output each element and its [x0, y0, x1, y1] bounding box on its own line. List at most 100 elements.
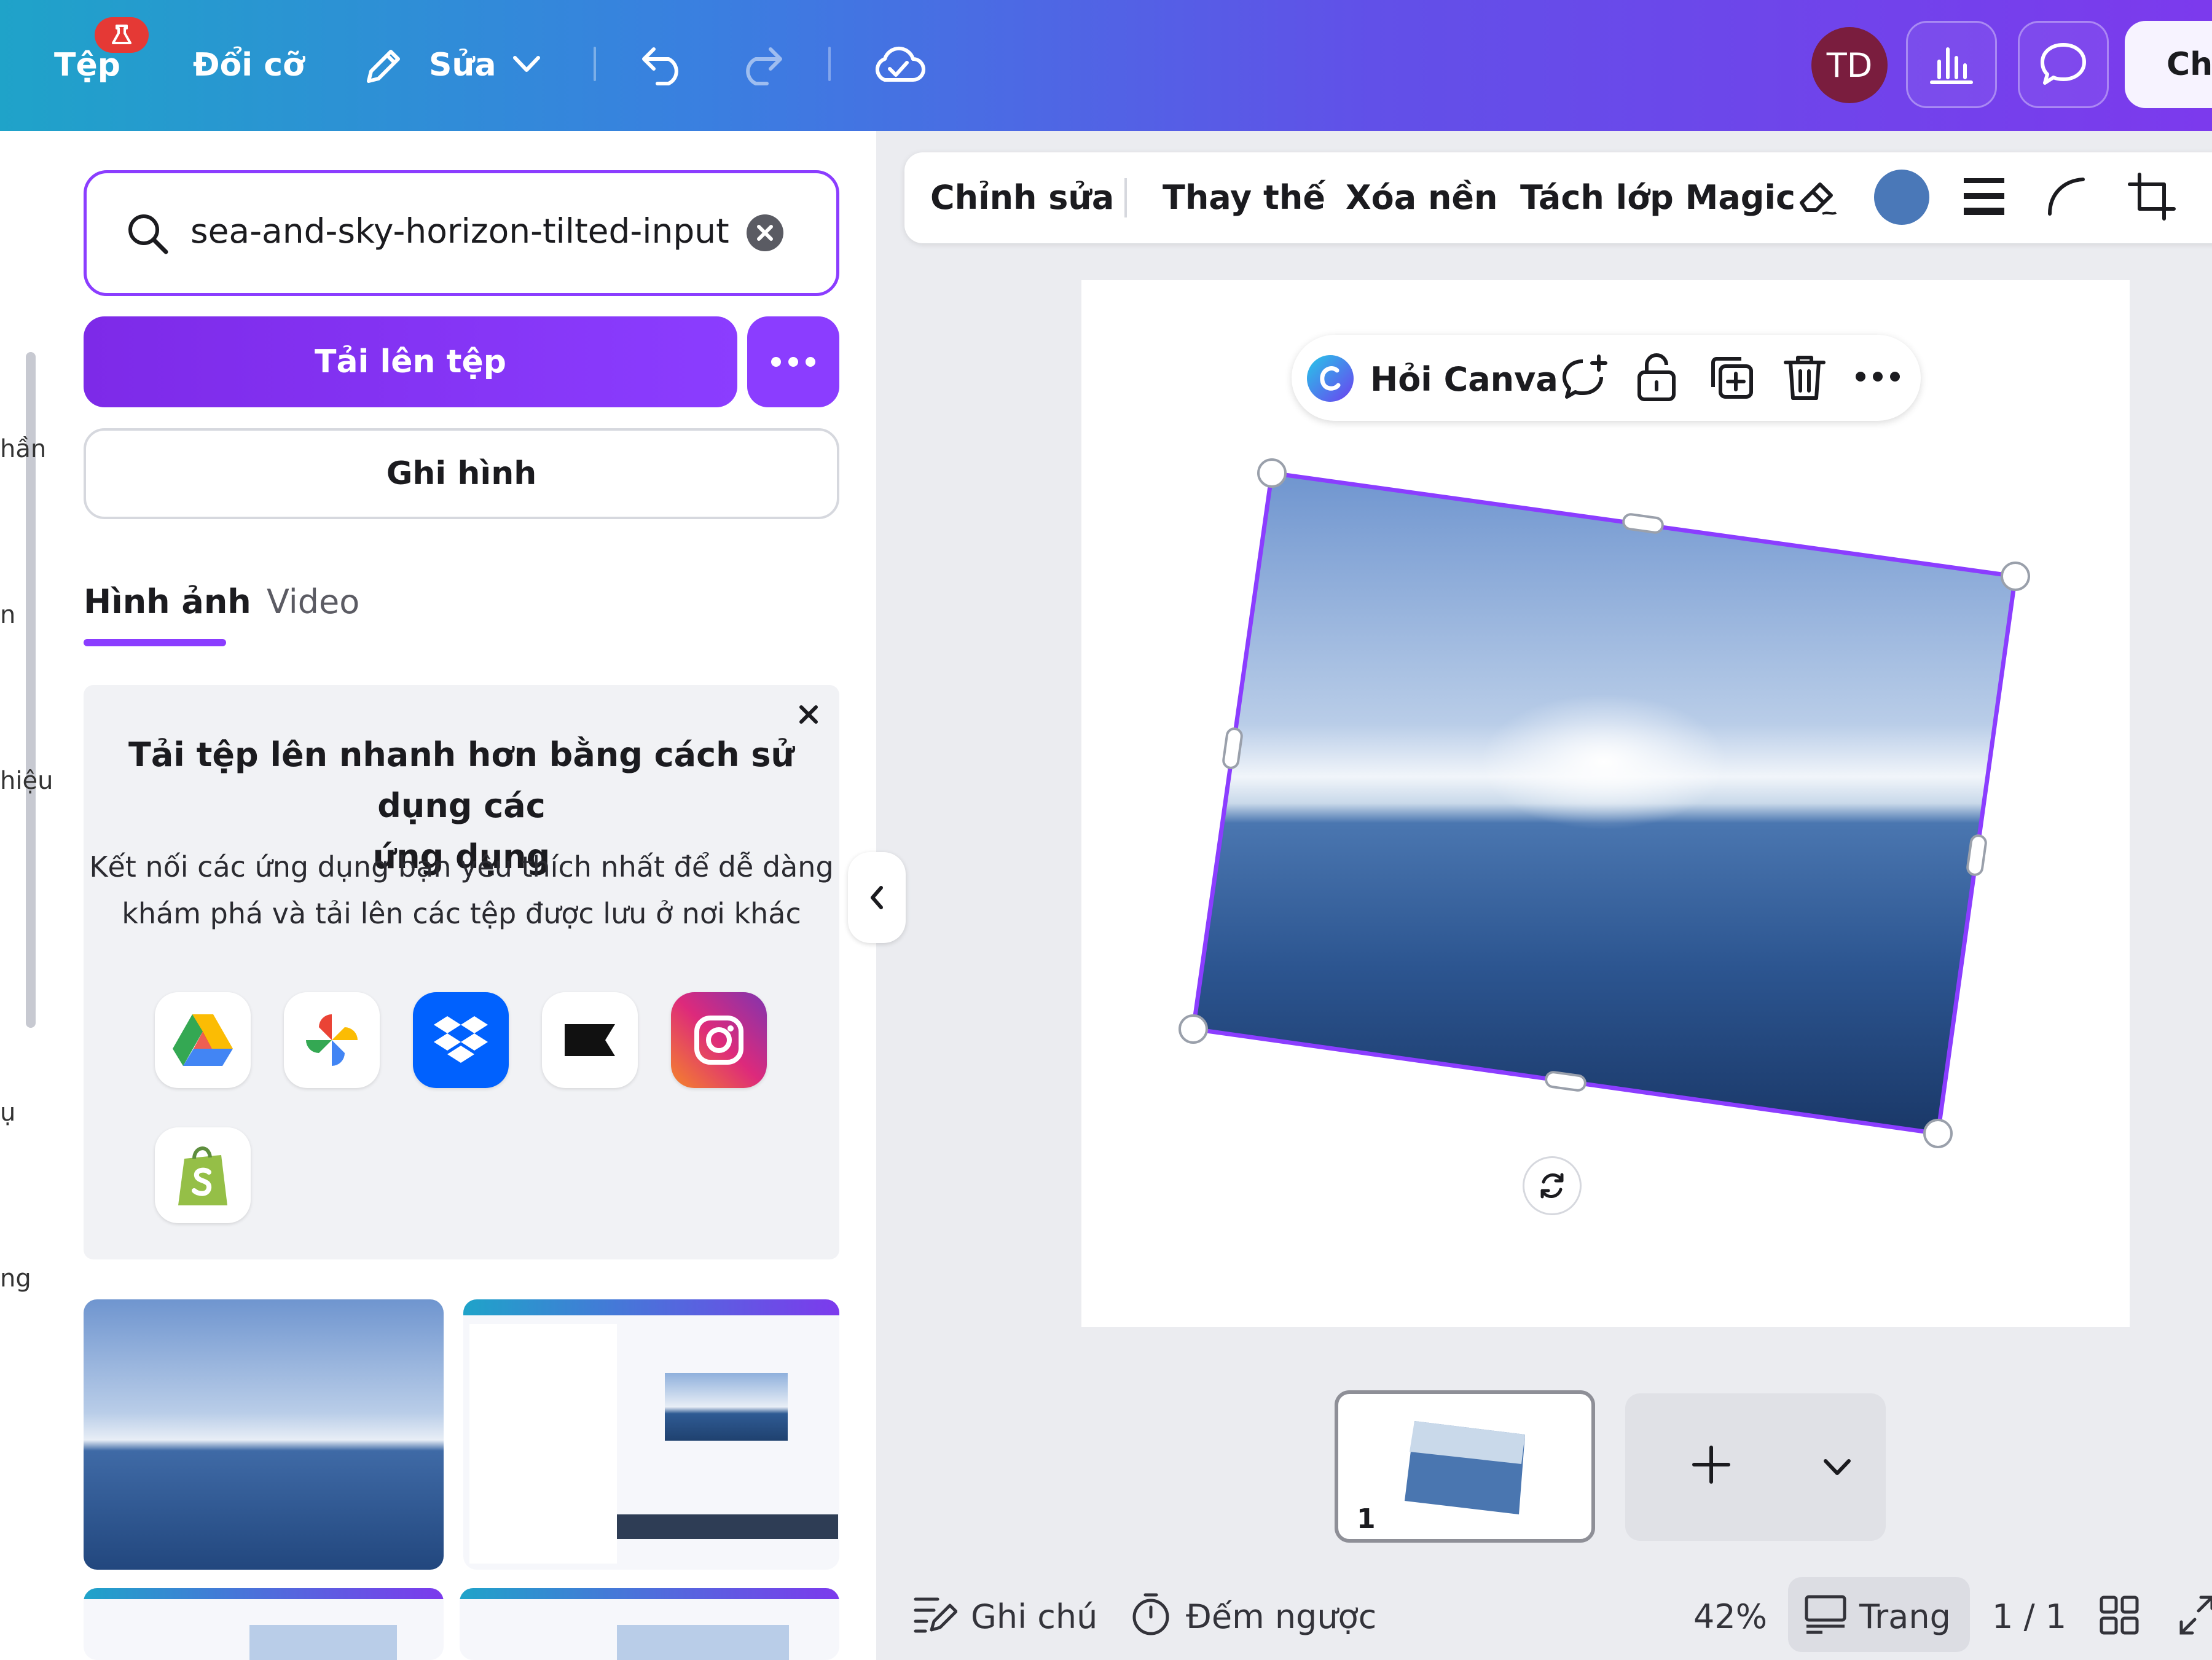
canva-assistant-icon[interactable] — [1305, 353, 1355, 406]
grid-view-icon[interactable] — [2099, 1595, 2139, 1638]
divider — [594, 47, 596, 81]
redo-icon[interactable] — [736, 43, 785, 86]
avatar[interactable]: TD — [1811, 27, 1888, 103]
chevron-down-icon — [1824, 1459, 1851, 1475]
promo-description-line: khám phá và tải lên các tệp được lưu ở n… — [122, 897, 801, 930]
pencil-icon — [361, 44, 406, 88]
top-bar: Tệp Đổi cỡ Sửa TD Chi — [0, 0, 2212, 131]
duplicate-icon[interactable] — [1707, 353, 1756, 404]
thumbnail-image — [665, 1373, 788, 1441]
rail-label[interactable]: n — [0, 601, 15, 629]
pages-layout-icon — [1805, 1595, 1846, 1634]
divider — [1124, 178, 1127, 217]
uploaded-screenshot-thumbnail[interactable] — [460, 1588, 839, 1660]
instagram-icon[interactable] — [671, 992, 767, 1088]
replace-button[interactable]: Thay thế — [1163, 178, 1325, 217]
timer-button[interactable]: Đếm ngược — [1186, 1597, 1376, 1636]
resize-menu[interactable]: Đổi cỡ — [193, 49, 305, 81]
resize-handle[interactable] — [1179, 1014, 1208, 1044]
rail-label[interactable]: hần — [0, 435, 46, 463]
more-options-icon[interactable] — [1854, 370, 1901, 385]
share-button[interactable]: Chi — [2125, 21, 2212, 108]
collapse-panel-button[interactable] — [848, 852, 906, 943]
search-icon — [123, 209, 172, 260]
box-icon[interactable] — [542, 992, 638, 1088]
clear-search-icon[interactable] — [746, 214, 784, 254]
timer-icon[interactable] — [1131, 1591, 1171, 1639]
shopify-icon[interactable] — [155, 1127, 251, 1223]
color-swatch[interactable] — [1874, 170, 1929, 225]
side-rail: hần n hiệu ụ ng — [0, 131, 61, 1660]
corner-rounding-icon[interactable] — [2045, 174, 2088, 220]
chevron-down-icon[interactable] — [510, 52, 543, 76]
thumbnail-topbar — [463, 1299, 839, 1315]
thumbnail-image — [249, 1625, 397, 1660]
delete-icon[interactable] — [1782, 353, 1827, 404]
page-thumbnail[interactable]: 1 — [1335, 1390, 1595, 1543]
eraser-icon[interactable] — [1795, 173, 1841, 221]
rail-label[interactable]: ng — [0, 1264, 31, 1293]
page-thumbnail-canvas — [1394, 1403, 1539, 1533]
bar-chart-icon — [1930, 47, 1973, 84]
close-icon[interactable] — [795, 701, 822, 730]
record-button[interactable]: Ghi hình — [84, 428, 839, 519]
resize-handle[interactable] — [1923, 1119, 1953, 1148]
selected-image[interactable] — [1167, 455, 2040, 1155]
pages-view-label: Trang — [1859, 1597, 1951, 1636]
search-value[interactable]: sea-and-sky-horizon-tilted-input — [190, 211, 729, 251]
comments-button[interactable] — [2018, 21, 2109, 108]
page-number: 1 — [1357, 1503, 1376, 1535]
rail-label[interactable]: ụ — [0, 1098, 15, 1127]
promo-description-line: Kết nối các ứng dụng bạn yêu thích nhất … — [89, 850, 834, 883]
uploaded-screenshot-thumbnail[interactable] — [84, 1588, 444, 1660]
edit-menu[interactable]: Sửa — [429, 49, 496, 81]
resize-handle[interactable] — [2001, 562, 2030, 591]
zoom-level[interactable]: 42% — [1693, 1597, 1767, 1636]
crop-icon[interactable] — [2127, 172, 2176, 224]
promo-title-line: Tải tệp lên nhanh hơn bằng cách sử dụng … — [128, 735, 794, 825]
more-options-button[interactable] — [747, 316, 839, 407]
fullscreen-icon[interactable] — [2179, 1595, 2212, 1638]
thumbnail-panel — [469, 1324, 617, 1564]
border-style-icon[interactable] — [1963, 176, 2006, 219]
uploaded-screenshot-thumbnail[interactable] — [463, 1299, 839, 1570]
undo-icon[interactable] — [639, 43, 688, 86]
notes-button[interactable]: Ghi chú — [971, 1597, 1097, 1636]
notes-icon[interactable] — [913, 1594, 958, 1637]
dropbox-icon[interactable] — [413, 992, 509, 1088]
promo-description: Kết nối các ứng dụng bạn yêu thích nhất … — [84, 844, 839, 937]
ask-canva-button[interactable]: Hỏi Canva — [1370, 360, 1558, 399]
page-counter: 1 / 1 — [1992, 1597, 2067, 1636]
add-page-button[interactable] — [1625, 1393, 1886, 1541]
rotate-icon — [1540, 1173, 1564, 1199]
page-thumbnail-image — [1405, 1421, 1525, 1514]
rotate-handle[interactable] — [1523, 1156, 1582, 1215]
insights-button[interactable] — [1906, 21, 1997, 108]
chevron-left-icon — [871, 886, 883, 909]
rail-label[interactable]: hiệu — [0, 767, 53, 795]
add-comment-icon[interactable] — [1561, 354, 1610, 405]
thumbnail-image — [617, 1625, 789, 1660]
upload-files-button[interactable]: Tải lên tệp — [84, 316, 737, 407]
resize-handle[interactable] — [1257, 458, 1287, 488]
tab-videos[interactable]: Video — [267, 582, 359, 621]
sun-glare — [1481, 694, 1727, 829]
comment-icon — [2041, 43, 2086, 85]
more-dots-icon — [771, 357, 815, 367]
plus-icon — [1692, 1446, 1730, 1484]
google-photos-icon[interactable] — [284, 992, 380, 1088]
thumbnail-timeline — [617, 1514, 838, 1539]
tab-images[interactable]: Hình ảnh — [84, 582, 251, 621]
bg-remover-button[interactable]: Xóa nền — [1346, 178, 1497, 217]
google-drive-icon[interactable] — [155, 992, 251, 1088]
lock-icon[interactable] — [1634, 351, 1679, 405]
magic-grab-button[interactable]: Tách lớp Magic — [1520, 178, 1795, 217]
active-tab-indicator — [84, 639, 226, 646]
pages-view-button[interactable]: Trang — [1788, 1577, 1970, 1652]
cloud-saved-icon[interactable] — [871, 41, 925, 87]
edit-image-button[interactable]: Chỉnh sửa — [930, 178, 1114, 217]
thumbnail-topbar — [460, 1588, 839, 1599]
uploaded-image-thumbnail[interactable] — [84, 1299, 444, 1570]
divider — [828, 47, 831, 81]
file-menu[interactable]: Tệp — [54, 49, 120, 81]
